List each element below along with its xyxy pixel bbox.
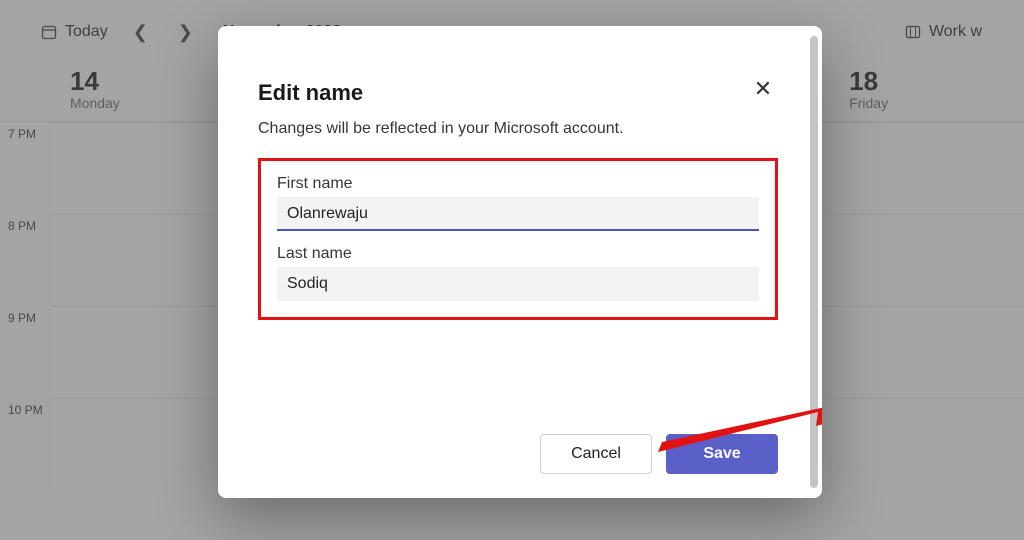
cancel-button[interactable]: Cancel: [540, 434, 652, 474]
last-name-input[interactable]: [277, 267, 759, 301]
close-button[interactable]: ✕: [748, 74, 778, 104]
first-name-input[interactable]: [277, 197, 759, 231]
annotation-highlight: First name Last name: [258, 158, 778, 320]
save-button[interactable]: Save: [666, 434, 778, 474]
close-icon: ✕: [754, 76, 772, 102]
last-name-label: Last name: [277, 245, 759, 263]
edit-name-dialog: Edit name ✕ Changes will be reflected in…: [218, 26, 822, 498]
dialog-actions: Cancel Save: [540, 434, 778, 474]
first-name-label: First name: [277, 175, 759, 193]
dialog-description: Changes will be reflected in your Micros…: [258, 120, 778, 138]
dialog-title: Edit name: [258, 80, 778, 106]
